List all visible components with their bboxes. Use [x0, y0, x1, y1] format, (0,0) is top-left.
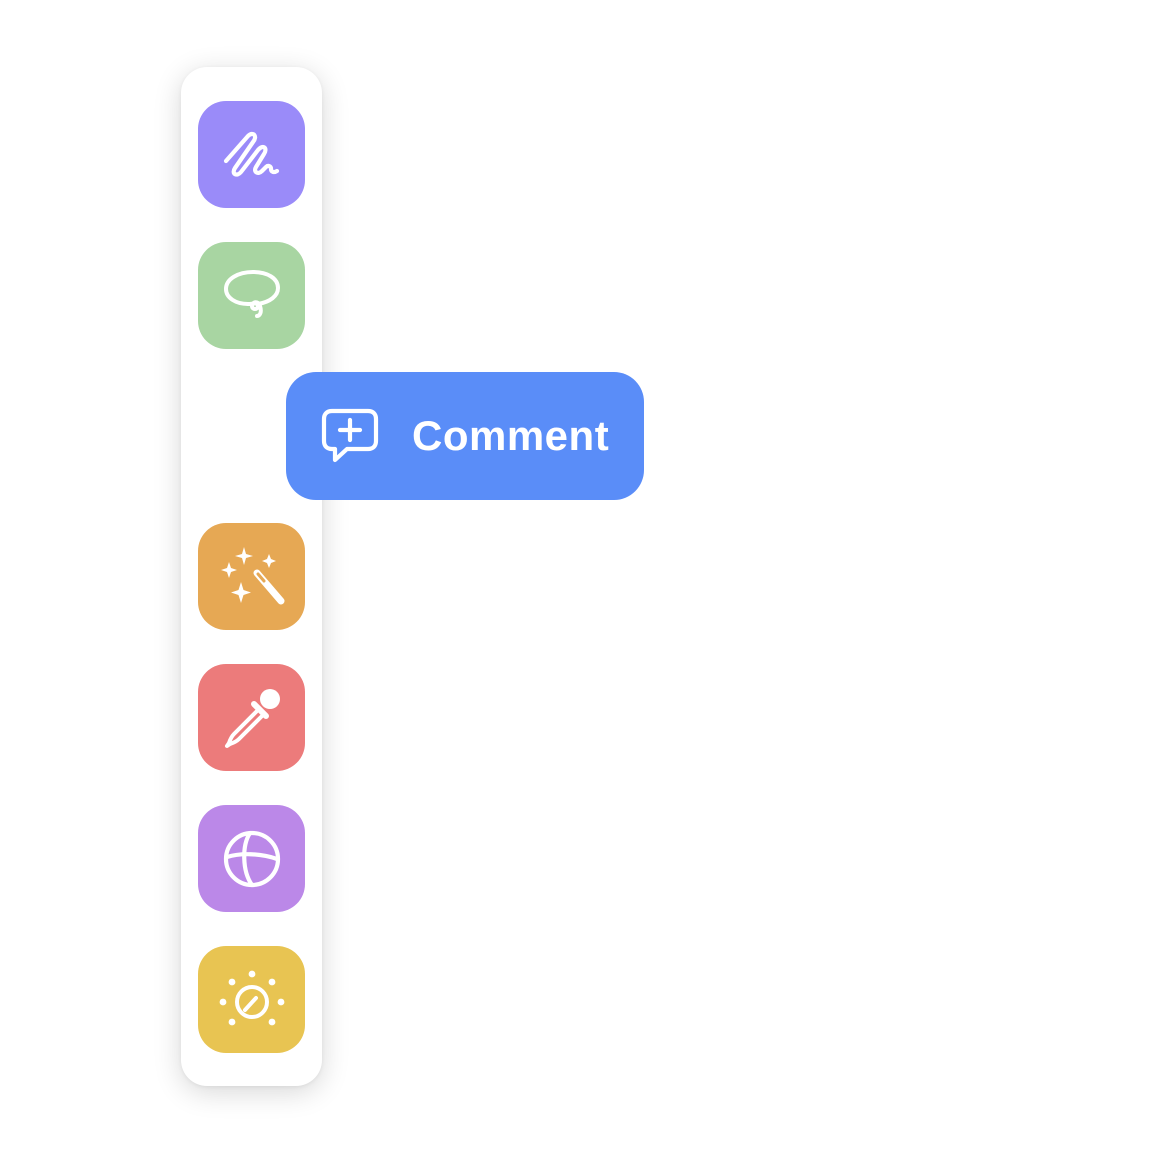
lasso-tool-button[interactable]: [198, 242, 305, 349]
canvas: Comment: [0, 0, 1170, 1170]
globe-icon: [220, 827, 284, 891]
magic-wand-icon: [219, 544, 285, 610]
lasso-icon: [220, 264, 284, 328]
comment-label: Comment: [412, 412, 610, 459]
globe-tool-button[interactable]: [198, 805, 305, 912]
comment-add-icon: [320, 406, 380, 466]
brightness-tool-button[interactable]: [198, 946, 305, 1053]
scribble-tool-button[interactable]: [198, 101, 305, 208]
brightness-dial-icon: [218, 966, 286, 1034]
comment-tool-button[interactable]: Comment: [286, 372, 644, 500]
scribble-icon: [220, 123, 284, 187]
eyedropper-icon: [220, 686, 284, 750]
magic-tool-button[interactable]: [198, 523, 305, 630]
eyedropper-tool-button[interactable]: [198, 664, 305, 771]
